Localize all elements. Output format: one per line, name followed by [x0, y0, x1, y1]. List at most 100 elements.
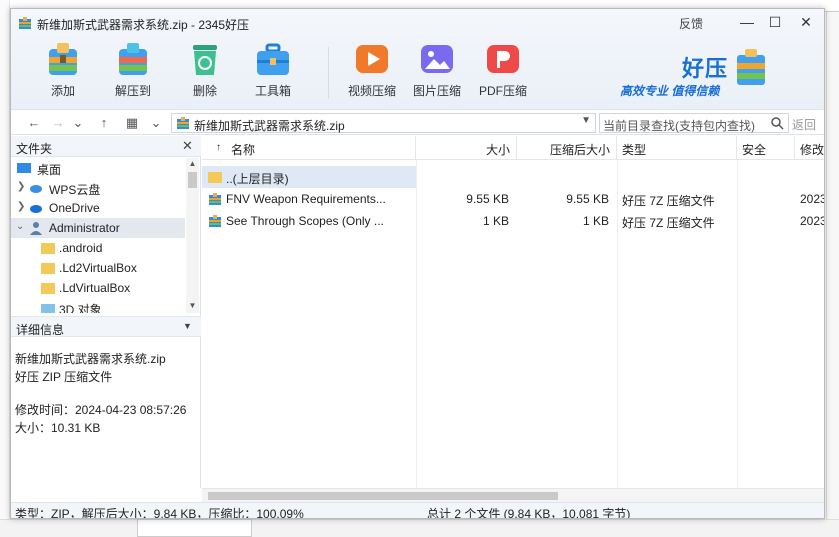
- tree-item-ldvirtualbox[interactable]: .LdVirtualBox: [11, 278, 185, 298]
- back-arrow-icon[interactable]: ←: [25, 114, 43, 132]
- folder-panel-close-icon[interactable]: ✕: [182, 138, 193, 154]
- table-row[interactable]: See Through Scopes (Only ... 1 KB 1 KB 好…: [202, 210, 824, 232]
- 7z-archive-icon: [209, 193, 221, 205]
- folder-panel: 文件夹 ✕ 桌面 ❯ WPS云盘 ❯ OneDrive ⌄ Administra…: [11, 136, 201, 488]
- delete-button[interactable]: 删除: [175, 39, 235, 105]
- video-icon: [356, 45, 388, 73]
- view-dropdown-icon[interactable]: ⌄: [147, 114, 165, 132]
- column-header-modified[interactable]: 修改时: [795, 136, 824, 160]
- up-arrow-icon[interactable]: ↑: [95, 114, 113, 132]
- path-text: 新维加斯式武器需求系统.zip: [194, 119, 345, 133]
- folder-icon: [41, 243, 55, 254]
- collapse-arrow-icon[interactable]: ⌄: [16, 221, 24, 232]
- image-compress-button[interactable]: 图片压缩: [407, 39, 467, 105]
- minimize-icon[interactable]: —: [737, 13, 757, 31]
- details-size: 大小：10.31 KB: [15, 421, 101, 435]
- 3d-objects-icon: [41, 304, 55, 313]
- forward-arrow-icon[interactable]: →: [49, 114, 67, 132]
- folder-tree: 桌面 ❯ WPS云盘 ❯ OneDrive ⌄ Administrator .a…: [11, 158, 185, 313]
- status-total-info: 总计 2 个文件 (9.84 KB，10,081 字节): [427, 507, 631, 519]
- window-title: 新维加斯式武器需求系统.zip - 2345好压: [37, 18, 250, 32]
- path-dropdown-icon[interactable]: ▼: [581, 115, 591, 126]
- brand-slogan: 高效专业 值得信赖: [620, 84, 720, 98]
- tree-item-android[interactable]: .android: [11, 238, 185, 258]
- add-button[interactable]: 添加: [33, 39, 93, 105]
- scroll-down-icon[interactable]: ▼: [186, 300, 199, 312]
- tree-item-onedrive[interactable]: ❯ OneDrive: [11, 198, 185, 218]
- scroll-thumb[interactable]: [188, 172, 197, 188]
- add-archive-icon: [49, 43, 77, 75]
- column-header-type[interactable]: 类型: [617, 136, 737, 160]
- folder-panel-title: 文件夹: [16, 142, 53, 156]
- background-tab: [137, 519, 252, 537]
- close-icon[interactable]: ✕: [796, 13, 816, 31]
- table-row-parent-dir[interactable]: ..(上层目录): [202, 166, 416, 188]
- image-icon: [421, 45, 453, 73]
- toolbox-icon: [257, 43, 289, 75]
- folder-panel-header: 文件夹 ✕: [11, 136, 201, 157]
- tree-item-ld2virtualbox[interactable]: .Ld2VirtualBox: [11, 258, 185, 278]
- 7z-archive-icon: [209, 215, 221, 227]
- column-header-size[interactable]: 大小: [416, 136, 517, 160]
- status-archive-info: 类型：ZIP，解压后大小：9.84 KB，压缩比：100.09%: [15, 507, 304, 519]
- tree-item-desktop[interactable]: 桌面: [11, 158, 185, 178]
- brand-name: 好压: [682, 56, 729, 81]
- brand-logo: 好压 高效专业 值得信赖: [617, 47, 777, 102]
- details-modified: 修改时间：2024-04-23 08:57:26: [15, 403, 187, 417]
- details-panel-header[interactable]: 详细信息 ▼: [11, 316, 201, 337]
- sort-up-icon: ↑: [216, 142, 221, 153]
- toolbox-button[interactable]: 工具箱: [243, 39, 303, 105]
- brand-archive-icon: [737, 49, 765, 85]
- extract-archive-icon: [119, 43, 147, 75]
- app-window: 新维加斯式武器需求系统.zip - 2345好压 反馈 — ☐ ✕ 添加 解压到: [10, 8, 825, 519]
- folder-icon: [41, 263, 55, 274]
- file-list: ↑ 名称 大小 压缩后大小 类型 安全 修改时 ..(上层目录): [202, 136, 824, 488]
- extract-to-button[interactable]: 解压到: [103, 39, 163, 105]
- folder-icon: [208, 172, 222, 183]
- view-mode-icon[interactable]: ▦: [123, 114, 141, 132]
- history-dropdown-icon[interactable]: ⌄: [69, 114, 87, 132]
- delete-label: 删除: [192, 84, 217, 98]
- return-button[interactable]: 返回: [792, 116, 816, 133]
- background-window-right: [826, 0, 839, 537]
- pdf-icon: [487, 45, 519, 73]
- onedrive-cloud-icon: [30, 205, 42, 213]
- scroll-thumb[interactable]: [208, 492, 558, 500]
- toolbox-label: 工具箱: [254, 84, 291, 98]
- details-filetype: 好压 ZIP 压缩文件: [15, 370, 113, 384]
- details-filename: 新维加斯式武器需求系统.zip: [15, 352, 166, 366]
- folder-icon: [41, 283, 55, 294]
- details-panel-title: 详细信息: [16, 323, 65, 337]
- desktop-icon: [17, 163, 31, 173]
- user-icon: [30, 222, 42, 235]
- pdf-compress-label: PDF压缩: [478, 84, 527, 98]
- search-placeholder: 当前目录查找(支持包内查找): [603, 119, 755, 133]
- search-icon[interactable]: [770, 116, 784, 130]
- tree-item-3d-objects[interactable]: 3D 对象: [11, 298, 185, 313]
- image-compress-label: 图片压缩: [412, 84, 461, 98]
- details-collapse-icon[interactable]: ▼: [183, 321, 192, 331]
- column-header-packed-size[interactable]: 压缩后大小: [517, 136, 617, 160]
- column-header-security[interactable]: 安全: [737, 136, 795, 160]
- expand-arrow-icon[interactable]: ❯: [17, 201, 25, 212]
- column-header-name[interactable]: ↑ 名称: [202, 136, 416, 160]
- recycle-bin-icon: [193, 45, 217, 75]
- table-row[interactable]: FNV Weapon Requirements... 9.55 KB 9.55 …: [202, 188, 824, 210]
- add-label: 添加: [50, 84, 75, 98]
- archive-app-icon: [19, 17, 31, 29]
- maximize-icon[interactable]: ☐: [765, 13, 785, 31]
- folder-tree-scrollbar[interactable]: ▲ ▼: [186, 158, 199, 313]
- search-input[interactable]: 当前目录查找(支持包内查找): [599, 113, 789, 133]
- video-compress-button[interactable]: 视频压缩: [342, 39, 402, 105]
- path-field[interactable]: 新维加斯式武器需求系统.zip ▼: [171, 113, 596, 133]
- file-list-horizontal-scrollbar[interactable]: [202, 488, 824, 502]
- scroll-up-icon[interactable]: ▲: [186, 158, 199, 170]
- zip-file-icon: [177, 117, 189, 129]
- feedback-link[interactable]: 反馈: [679, 15, 703, 32]
- tree-item-wps-cloud[interactable]: ❯ WPS云盘: [11, 178, 185, 198]
- toolbar-separator: [328, 47, 329, 99]
- tree-item-administrator[interactable]: ⌄ Administrator: [11, 218, 185, 238]
- expand-arrow-icon[interactable]: ❯: [17, 181, 25, 192]
- pdf-compress-button[interactable]: PDF压缩: [473, 39, 533, 105]
- address-bar: ← → ⌄ ↑ ▦ ⌄ 新维加斯式武器需求系统.zip ▼ 当前目录查找(支持包…: [11, 109, 824, 135]
